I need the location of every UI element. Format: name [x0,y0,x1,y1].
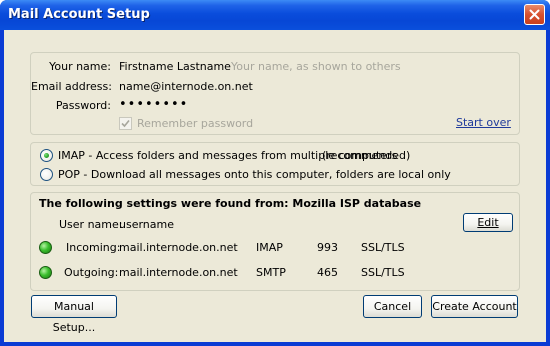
incoming-label: Incoming: [66,241,121,254]
outgoing-label: Outgoing: [64,266,119,279]
window-title: Mail Account Setup [8,7,150,22]
your-name-input[interactable]: Firstname Lastname [119,60,231,73]
cancel-label: Cancel [373,300,412,313]
close-icon [529,9,540,20]
email-address-label: Email address: [31,80,112,93]
pop-radio[interactable] [40,168,53,181]
create-account-label: Create Account [432,300,517,313]
password-label: Password: [55,99,111,112]
close-button[interactable] [524,4,545,25]
mail-account-setup-window: Mail Account Setup Your name: Firstname … [0,0,550,346]
create-account-button[interactable]: Create Account [431,295,518,318]
incoming-port: 993 [317,241,338,254]
outgoing-port: 465 [317,266,338,279]
cancel-button[interactable]: Cancel [363,295,422,318]
edit-button-label: Edit [477,216,499,229]
outgoing-security: SSL/TLS [361,266,405,279]
protocol-group: IMAP - Access folders and messages from … [30,142,520,186]
outgoing-status-icon [39,266,52,279]
username-label: User name: [59,218,123,231]
settings-group: The following settings were found from: … [30,192,520,291]
identity-group: Your name: Firstname Lastname Your name,… [30,52,520,135]
imap-radio[interactable] [40,149,53,162]
edit-button[interactable]: Edit [463,213,513,232]
manual-setup-label: Manual Setup... [52,300,96,334]
remember-password-checkbox[interactable] [119,117,132,130]
incoming-security: SSL/TLS [361,241,405,254]
settings-heading: The following settings were found from: … [39,197,422,210]
title-bar[interactable]: Mail Account Setup [0,0,550,30]
manual-setup-button[interactable]: Manual Setup... [31,295,117,334]
incoming-status-icon [39,241,52,254]
dialog-body: Your name: Firstname Lastname Your name,… [4,30,546,342]
imap-recommended-note: (recommended) [322,149,411,162]
incoming-protocol: IMAP [256,241,283,254]
password-input[interactable]: •••••••• [119,97,188,112]
outgoing-protocol: SMTP [256,266,286,279]
pop-label[interactable]: POP - Download all messages onto this co… [58,168,451,181]
your-name-label: Your name: [49,60,111,73]
outgoing-server: mail.internode.on.net [119,266,238,279]
radio-selected-dot [44,153,49,158]
email-address-input[interactable]: name@internode.on.net [119,80,253,93]
username-value: username [119,218,174,231]
your-name-hint: Your name, as shown to others [231,60,401,73]
incoming-server: mail.internode.on.net [119,241,238,254]
checkmark-icon [121,119,130,128]
start-over-link[interactable]: Start over [456,116,511,129]
remember-password-label: Remember password [137,117,254,130]
